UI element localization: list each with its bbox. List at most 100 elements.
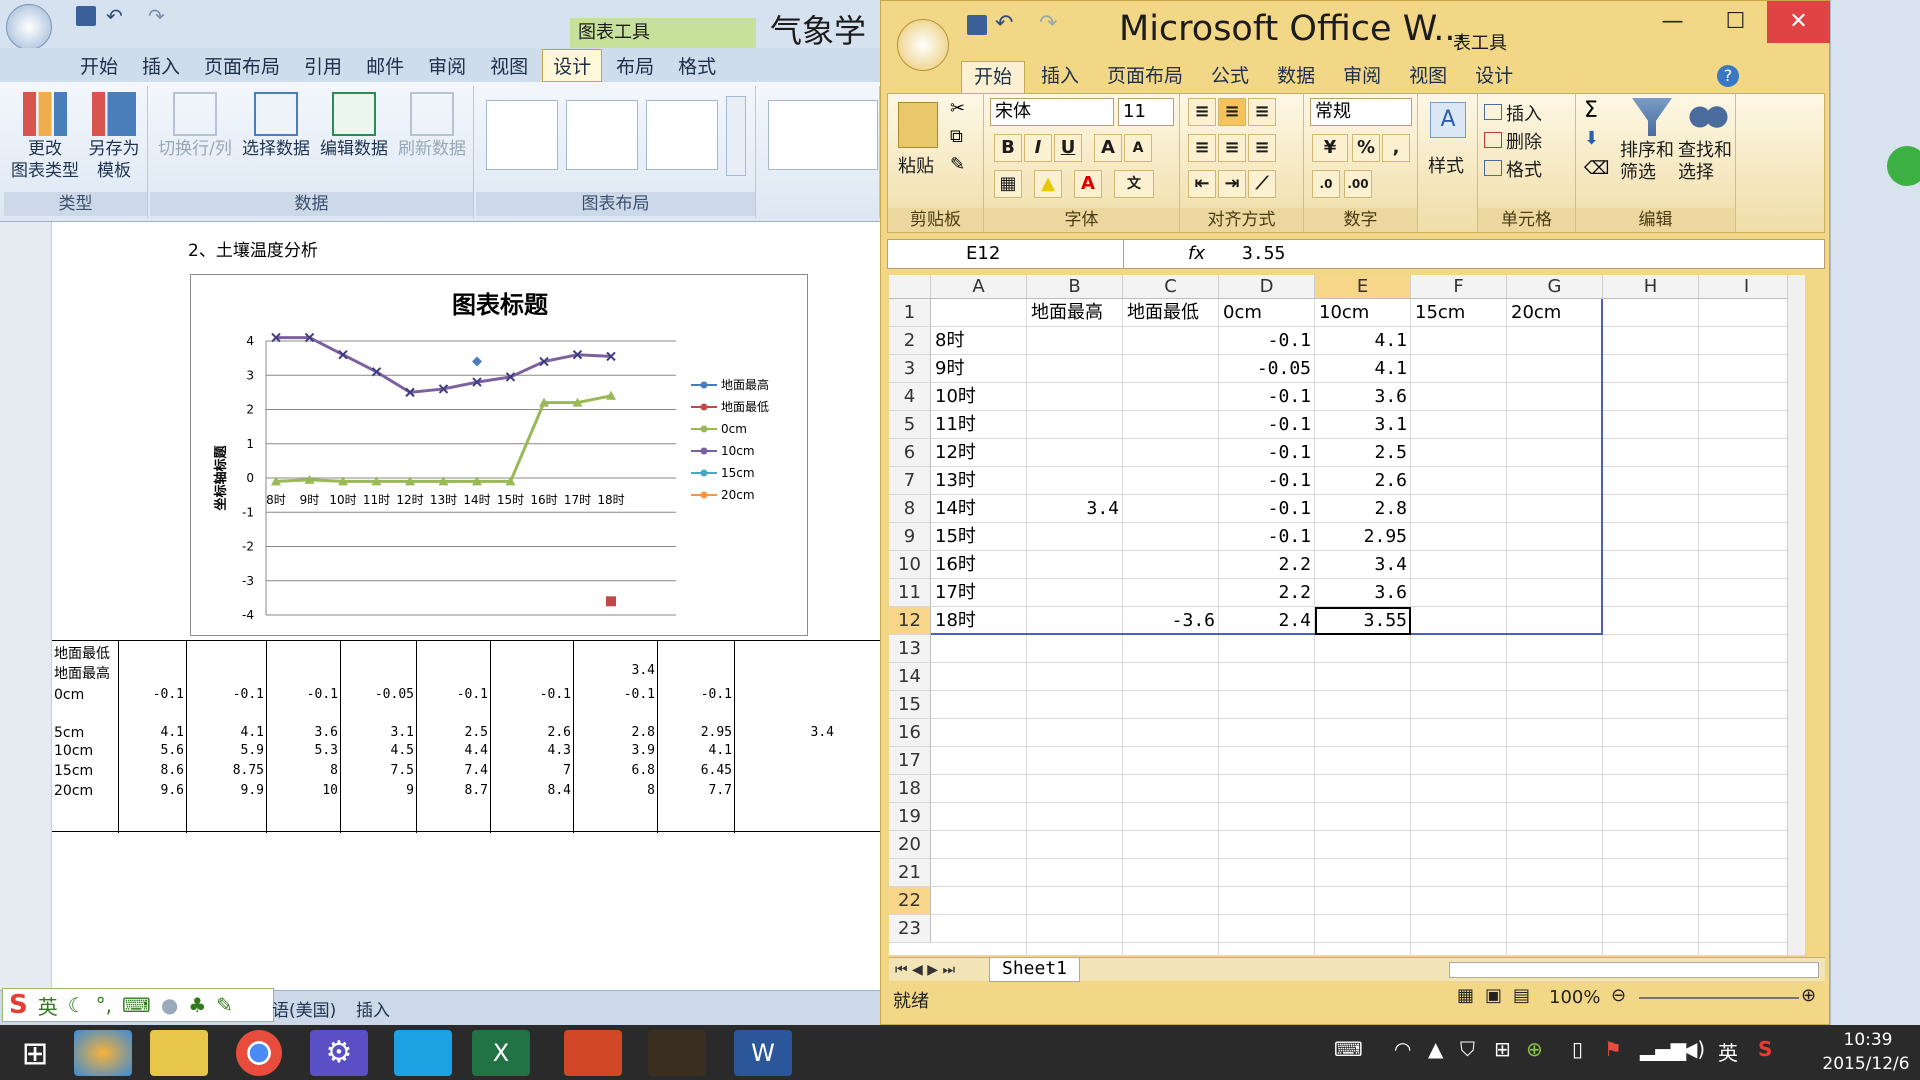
battery-icon[interactable]: ▯ (1572, 1037, 1583, 1061)
name-box[interactable]: E12 (888, 240, 1124, 268)
table-cell[interactable]: -0.1 (124, 687, 184, 702)
skin-icon[interactable]: ♣ (188, 993, 206, 1017)
qq-icon[interactable] (394, 1030, 452, 1076)
orientation-icon[interactable]: ⟋ (1248, 170, 1276, 198)
ime-mode-label[interactable]: 英 (38, 991, 58, 1020)
font-color-icon[interactable]: A (1074, 170, 1102, 198)
format-cells-button[interactable]: 格式 (1506, 156, 1542, 182)
formula-input[interactable]: 3.55 (1242, 240, 1285, 268)
save-icon[interactable] (967, 15, 987, 35)
row-header-18[interactable]: 18 (889, 775, 931, 803)
show-hidden-icon[interactable]: ▲ (1428, 1037, 1443, 1061)
y-axis-title[interactable]: 坐标轴标题 (213, 445, 229, 511)
punctuation-icon[interactable]: °, (96, 993, 112, 1017)
font-name-select[interactable]: 宋体 (990, 98, 1114, 126)
align-right-icon[interactable]: ≡ (1248, 134, 1276, 162)
excel-tab-2[interactable]: 页面布局 (1095, 61, 1195, 93)
keyboard-tray-icon[interactable]: ⌨ (1334, 1037, 1363, 1061)
legend-entry[interactable]: 10cm (721, 444, 755, 458)
select-data-button[interactable]: 选择数据 (238, 92, 314, 160)
worksheet-grid[interactable]: A B C D E F G H I 1 2 3 4 5 6 7 8 9 10 11 12 13 14 15 16 17 18 19 20… (889, 275, 1805, 955)
chrome-icon[interactable] (236, 1030, 282, 1076)
table-cell[interactable]: 8.75 (204, 763, 264, 778)
start-button[interactable]: ⊞ (6, 1030, 64, 1076)
app-icon-1[interactable] (74, 1030, 132, 1076)
font-size-select[interactable]: 11 (1118, 98, 1174, 126)
undo-icon[interactable]: ↶ (106, 4, 123, 28)
find-select-label[interactable]: 查找和 选择 (1678, 140, 1732, 184)
clock-time[interactable]: 10:39 (1818, 1030, 1918, 1050)
column-header-b[interactable]: B (1027, 275, 1123, 299)
windows-icon[interactable]: ⊞ (1494, 1037, 1511, 1061)
excel-tab-4[interactable]: 数据 (1265, 61, 1327, 93)
table-cell[interactable]: 7.4 (428, 763, 488, 778)
row-header-6[interactable]: 6 (889, 439, 931, 467)
table-cell[interactable]: -0.1 (428, 687, 488, 702)
sheet-nav-icon[interactable]: ⏮ ◀ ▶ ⏭ (895, 958, 955, 982)
align-middle-icon[interactable]: ≡ (1218, 98, 1246, 126)
undo-icon[interactable]: ↶ (995, 11, 1013, 36)
sheet-tab-sheet1[interactable]: Sheet1 (989, 958, 1081, 982)
currency-icon[interactable]: ¥ (1312, 134, 1348, 162)
data-point[interactable] (472, 356, 482, 367)
row-header-21[interactable]: 21 (889, 859, 931, 887)
table-cell[interactable]: -0.05 (354, 687, 414, 702)
save-as-template-button[interactable]: 另存为 模板 (82, 92, 146, 182)
vertical-scrollbar[interactable] (1787, 275, 1805, 955)
table-cell[interactable]: -0.1 (672, 687, 732, 702)
switch-row-column-button[interactable]: 切换行/列 (154, 92, 236, 160)
wifi-icon[interactable]: ◠ (1394, 1037, 1411, 1061)
delete-cells-button[interactable]: 删除 (1506, 128, 1542, 154)
table-cell[interactable]: -0.1 (278, 687, 338, 702)
word-tab-4[interactable]: 邮件 (356, 50, 414, 81)
data-point[interactable] (606, 596, 616, 607)
edit-data-button[interactable]: 编辑数据 (316, 92, 392, 160)
row-header-1[interactable]: 1 (889, 299, 931, 327)
italic-button[interactable]: I (1024, 134, 1052, 162)
page-break-icon[interactable]: ▤ (1513, 985, 1530, 1006)
fill-color-icon[interactable]: ▲ (1034, 170, 1062, 198)
styles-icon[interactable]: A (1430, 102, 1466, 138)
table-cell[interactable]: 6.45 (672, 763, 732, 778)
powerpoint-icon[interactable] (564, 1030, 622, 1076)
chart-style-thumb[interactable] (768, 100, 878, 170)
layout-gallery-scroll[interactable] (726, 96, 746, 176)
sort-filter-label[interactable]: 排序和 筛选 (1620, 140, 1674, 184)
embedded-chart[interactable]: 图表标题 坐标轴标题 4 3 2 1 0 -1 -2 -3 -4 8时 9时 10时 11时 12时 13时 14… (190, 274, 808, 636)
clear-icon[interactable]: ⌫ (1584, 158, 1609, 179)
status-insert-mode[interactable]: 插入 (356, 996, 390, 1021)
decrease-decimal-icon[interactable]: .00 (1344, 170, 1372, 198)
column-header-i[interactable]: I (1699, 275, 1795, 299)
shield-icon[interactable]: ⛉ (1460, 1037, 1475, 1061)
table-cell[interactable]: -0.1 (595, 687, 655, 702)
autosum-icon[interactable]: Σ (1584, 98, 1598, 123)
excel-taskbar-icon[interactable]: X (472, 1030, 530, 1076)
align-left-icon[interactable]: ≡ (1188, 134, 1216, 162)
column-header-c[interactable]: C (1123, 275, 1219, 299)
copy-icon[interactable]: ⧉ (950, 126, 963, 147)
excel-tab-3[interactable]: 公式 (1199, 61, 1261, 93)
word-tab-2[interactable]: 页面布局 (194, 50, 290, 81)
table-cell[interactable]: -0.1 (204, 687, 264, 702)
column-header-e[interactable]: E (1315, 275, 1411, 299)
word-tab-8[interactable]: 布局 (606, 50, 664, 81)
plus-icon[interactable]: ⊕ (1526, 1037, 1543, 1061)
find-select-icon[interactable] (1688, 98, 1728, 136)
table-cell[interactable]: 9.6 (124, 783, 184, 798)
refresh-data-button[interactable]: 刷新数据 (394, 92, 470, 160)
table-cell[interactable]: 4.1 (672, 743, 732, 758)
legend-entry[interactable]: 地面最低 (721, 400, 769, 414)
close-button[interactable]: ✕ (1767, 1, 1830, 43)
insert-cells-button[interactable]: 插入 (1506, 100, 1542, 126)
volume-icon[interactable]: ◀) (1682, 1037, 1705, 1061)
settings-icon[interactable]: ⚙ (310, 1030, 368, 1076)
increase-decimal-icon[interactable]: .0 (1312, 170, 1340, 198)
table-cell[interactable]: 9.9 (204, 783, 264, 798)
moon-icon[interactable]: ☾ (68, 993, 86, 1017)
format-painter-icon[interactable]: ✎ (950, 154, 965, 175)
align-center-icon[interactable]: ≡ (1218, 134, 1246, 162)
cut-icon[interactable]: ✂ (950, 98, 965, 119)
row-header-13[interactable]: 13 (889, 635, 931, 663)
redo-icon[interactable]: ↷ (148, 4, 165, 28)
table-cell[interactable]: 4.1 (204, 725, 264, 740)
